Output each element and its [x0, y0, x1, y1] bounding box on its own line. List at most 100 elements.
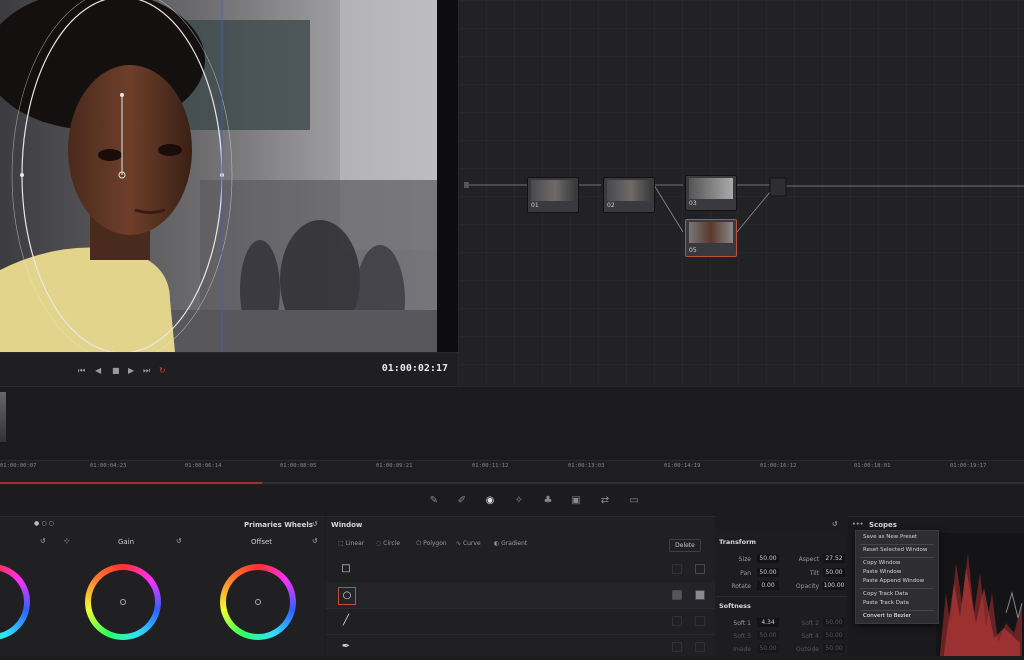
rotate-field[interactable]: 0.00 [757, 581, 779, 590]
loop-icon[interactable]: ↻ [159, 366, 166, 376]
window-invert-checkbox[interactable] [672, 642, 682, 652]
delete-button[interactable]: Delete [669, 539, 701, 552]
soft4-field[interactable]: 50.00 [823, 631, 845, 640]
blur-icon[interactable]: ▣ [568, 493, 584, 509]
window-row-curve[interactable]: ✒ [326, 634, 715, 660]
picker-icon[interactable]: ⊹ [64, 537, 70, 545]
qualifier-picker-icon[interactable]: ✐ [454, 493, 470, 509]
menu-paste-append-window[interactable]: Paste Append Window [863, 578, 924, 584]
node-03[interactable]: 03 [685, 175, 737, 211]
tab-gradient[interactable]: ◐ Gradient [494, 540, 527, 547]
window-context-menu: Save as New Preset Reset Selected Window… [855, 530, 939, 624]
menu-separator [860, 610, 934, 611]
size-field[interactable]: 50.00 [757, 554, 779, 563]
menu-save-as-new-preset[interactable]: Save as New Preset [863, 534, 917, 540]
viewer-sidebar [437, 0, 458, 352]
pen-icon: ✒ [341, 641, 351, 652]
clip-thumbnail[interactable] [0, 392, 6, 442]
transform-panel: Transform Size 50.00 Aspect 27.52 Pan 50… [715, 530, 847, 655]
window-tool-icon[interactable]: ◉ [482, 493, 498, 509]
timeline-progress [0, 482, 262, 484]
video-viewer[interactable] [0, 0, 437, 352]
node-thumbnail [531, 180, 575, 201]
menu-copy-window[interactable]: Copy Window [863, 560, 900, 566]
magic-mask-icon[interactable]: ♣ [540, 493, 556, 509]
node-label: 03 [689, 200, 697, 207]
step-back-icon[interactable]: ◀ [95, 366, 101, 376]
window-enable-checkbox[interactable] [695, 642, 705, 652]
tracker-icon[interactable]: ✧ [511, 493, 527, 509]
reset-icon[interactable]: ↺ [312, 537, 318, 545]
waveform-scope [936, 533, 1024, 656]
key-icon[interactable]: ⇄ [597, 493, 613, 509]
soft1-label: Soft 1 [733, 620, 751, 627]
window-row-polygon[interactable]: ╱ [326, 608, 715, 635]
tilt-field[interactable]: 50.00 [823, 568, 845, 577]
inside-label: Inside [733, 646, 751, 653]
outside-field[interactable]: 50.00 [823, 644, 845, 653]
lift-wheel[interactable] [0, 564, 30, 640]
soft3-field[interactable]: 50.00 [757, 631, 779, 640]
node-graph[interactable]: 01 02 03 05 [458, 0, 1024, 386]
menu-separator [860, 557, 934, 558]
skip-back-icon[interactable]: ⏮ [78, 366, 85, 376]
aspect-label: Aspect [798, 556, 819, 563]
skip-forward-icon[interactable]: ⏭ [143, 366, 150, 376]
timeline-tick: 01:00:04:23 [90, 463, 127, 469]
inside-field[interactable]: 50.00 [757, 644, 779, 653]
window-enable-checkbox[interactable] [695, 564, 705, 574]
transport-bar: ⏮ ◀ ■ ▶ ⏭ ↻ 01:00:02:17 [0, 352, 458, 387]
palette-toolbar: ✎ ✐ ◉ ✧ ♣ ▣ ⇄ ▭ [0, 486, 1024, 516]
page-dots-icon[interactable]: ● ○ ○ [34, 520, 54, 527]
tab-circle[interactable]: ◌ Circle [376, 540, 400, 547]
scopes-title: Scopes [869, 521, 897, 529]
soft1-field[interactable]: 4.34 [757, 618, 779, 627]
sizing-icon[interactable]: ▭ [626, 493, 642, 509]
timeline-tick: 01:00:18:01 [854, 463, 891, 469]
line-icon: ╱ [342, 615, 350, 626]
divider [715, 596, 847, 597]
timeline-tick: 01:00:14:19 [664, 463, 701, 469]
tab-linear[interactable]: ⬚ Linear [338, 540, 364, 547]
menu-reset-selected-window[interactable]: Reset Selected Window [863, 547, 927, 553]
reset-icon[interactable]: ↺ [40, 537, 46, 545]
reset-icon[interactable]: ↺ [176, 537, 182, 545]
timeline-tick: 01:00:11:12 [472, 463, 509, 469]
timeline-tick: 01:00:08:05 [280, 463, 317, 469]
soft2-field[interactable]: 50.00 [823, 618, 845, 627]
play-icon[interactable]: ▶ [128, 366, 134, 376]
tab-polygon[interactable]: ⬠ Polygon [416, 540, 447, 547]
window-row-circle[interactable]: ○ [326, 582, 715, 609]
gain-label: Gain [118, 538, 135, 546]
node-01[interactable]: 01 [527, 177, 579, 213]
window-invert-checkbox[interactable] [672, 616, 682, 626]
more-options-icon[interactable]: ••• [852, 521, 864, 528]
draw-icon[interactable]: ✎ [426, 493, 442, 509]
timeline-tick: 01:00:19:17 [950, 463, 987, 469]
window-invert-checkbox[interactable] [672, 564, 682, 574]
reset-icon[interactable]: ↺ [312, 520, 318, 528]
soft3-label: Soft 3 [733, 633, 751, 640]
window-enable-checkbox[interactable] [695, 616, 705, 626]
node-05[interactable]: 05 [685, 219, 737, 257]
node-label: 05 [689, 247, 697, 254]
window-enable-checkbox[interactable] [695, 590, 705, 600]
menu-paste-window[interactable]: Paste Window [863, 569, 901, 575]
menu-paste-track-data[interactable]: Paste Track Data [863, 600, 909, 606]
gain-wheel-handle[interactable] [120, 599, 126, 605]
window-invert-checkbox[interactable] [672, 590, 682, 600]
aspect-field[interactable]: 27.52 [823, 554, 845, 563]
window-row-linear[interactable]: □ [326, 556, 715, 583]
circle-icon: ○ [338, 587, 356, 605]
offset-wheel-handle[interactable] [255, 599, 261, 605]
timeline-tick: 01:00:06:14 [185, 463, 222, 469]
reset-icon[interactable]: ↺ [832, 520, 838, 528]
pan-field[interactable]: 50.00 [757, 568, 779, 577]
menu-copy-track-data[interactable]: Copy Track Data [863, 591, 908, 597]
opacity-field[interactable]: 100.00 [823, 581, 845, 590]
menu-convert-to-bezier[interactable]: Convert to Bezier [863, 613, 911, 619]
node-02[interactable]: 02 [603, 177, 655, 213]
chevron-down-icon[interactable]: ⌄ [298, 520, 303, 527]
stop-icon[interactable]: ■ [112, 366, 120, 376]
tab-curve[interactable]: ∿ Curve [456, 540, 481, 547]
